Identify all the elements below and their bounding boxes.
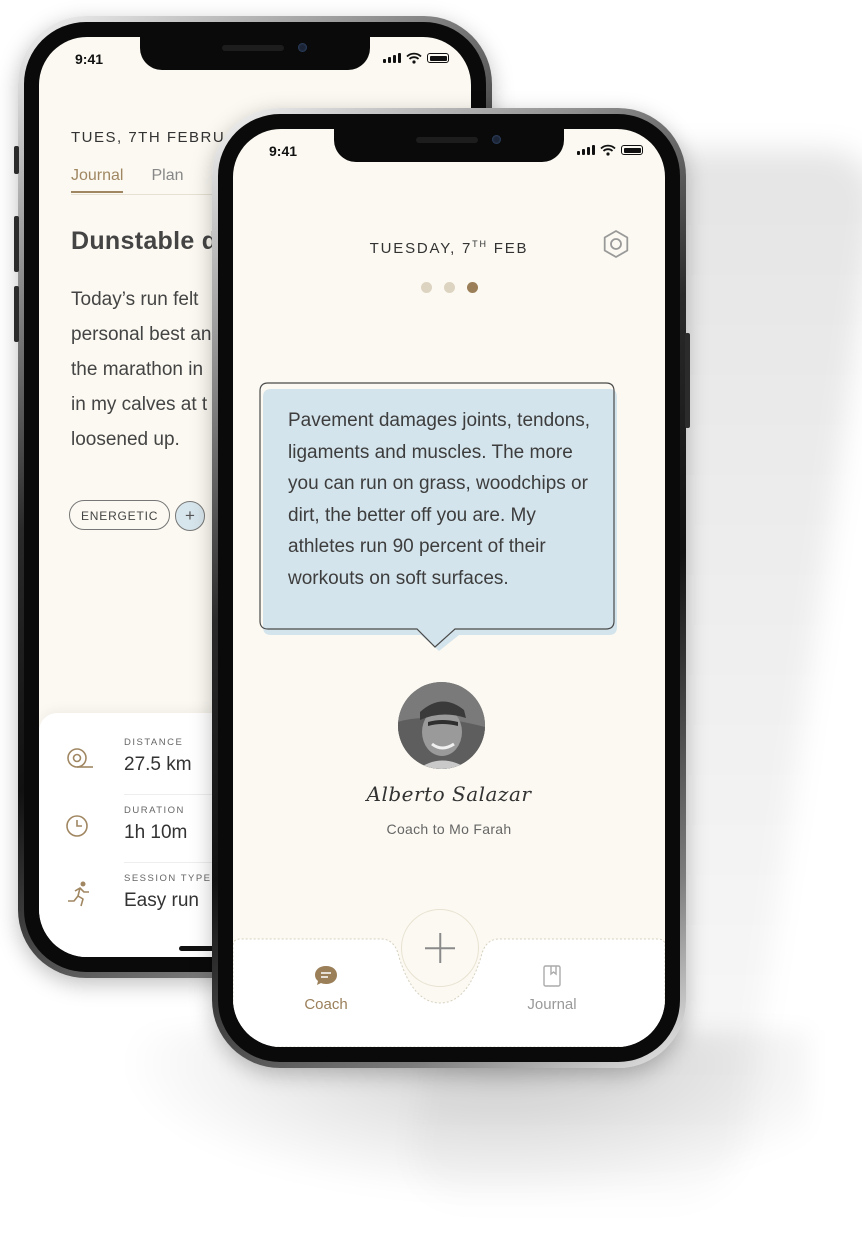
volume-down-button [14,286,19,342]
stat-value: Easy run [124,890,199,911]
tab-journal[interactable]: Journal [71,167,124,193]
status-time: 9:41 [75,51,104,67]
wifi-icon [406,52,422,64]
tab-journal-label: Journal [527,996,577,1013]
coach-phone: 9:41 TUESDAY, 7TH FEB Pavement damages j… [212,108,690,1068]
status-time: 9:41 [269,143,298,159]
notch [140,37,370,70]
mute-switch [14,146,19,174]
battery-icon [427,53,449,63]
quote-line: Pavement damages joints, tendons, [288,410,591,431]
tab-coach[interactable]: Coach [281,963,371,1013]
add-entry-button[interactable] [401,909,479,987]
page-dot[interactable] [443,282,455,293]
stat-value: 1h 10m [124,822,188,843]
notebook-icon [543,965,561,987]
stat-value: 27.5 km [124,754,192,775]
notch [334,129,564,162]
quote-line: you can run on grass, woodchips or [288,473,588,494]
mood-tag[interactable]: ENERGETIC [69,500,171,530]
bottom-tab-bar: Coach Journal [233,909,665,1047]
quote-line: ligaments and muscles. The more [288,441,573,463]
add-tag-button[interactable]: + [175,501,205,531]
stat-label: DURATION [124,805,185,816]
quote-bubble: Pavement damages joints, tendons, ligame… [259,381,623,671]
status-icons [577,144,643,156]
clock-icon [66,815,88,837]
coach-subtitle: Coach to Mo Farah [386,821,512,837]
quote-text: Pavement damages joints, tendons, ligame… [288,405,608,594]
tab-journal[interactable]: Journal [507,963,597,1013]
coach-name: Alberto Salazar [366,782,532,806]
chat-bubble-icon [315,966,337,985]
entry-title: Dunstable do [71,227,233,255]
battery-icon [621,145,643,155]
volume-up-button [14,216,19,272]
page-indicator[interactable] [233,282,665,293]
page-dot[interactable] [420,282,432,293]
stat-label: SESSION TYPE [124,873,212,884]
power-button [685,333,690,428]
journal-tabs: Journal Plan [71,167,184,193]
status-icons [383,52,449,64]
stat-label: DISTANCE [124,737,184,748]
tab-coach-label: Coach [304,996,348,1013]
wifi-icon [600,144,616,156]
coach-avatar[interactable] [398,682,485,769]
signal-icon [577,145,595,155]
signal-icon [383,53,401,63]
tab-plan[interactable]: Plan [151,167,183,193]
quote-line: dirt, the better off you are. My [288,504,536,526]
quote-line: workouts on soft surfaces. [288,567,509,589]
distance-icon [67,748,93,768]
page-dot[interactable] [466,282,478,293]
quote-line: athletes run 90 percent of their [288,536,546,557]
coach-screen: 9:41 TUESDAY, 7TH FEB Pavement damages j… [233,129,665,1047]
settings-icon[interactable] [601,229,631,259]
runner-icon [68,881,89,907]
